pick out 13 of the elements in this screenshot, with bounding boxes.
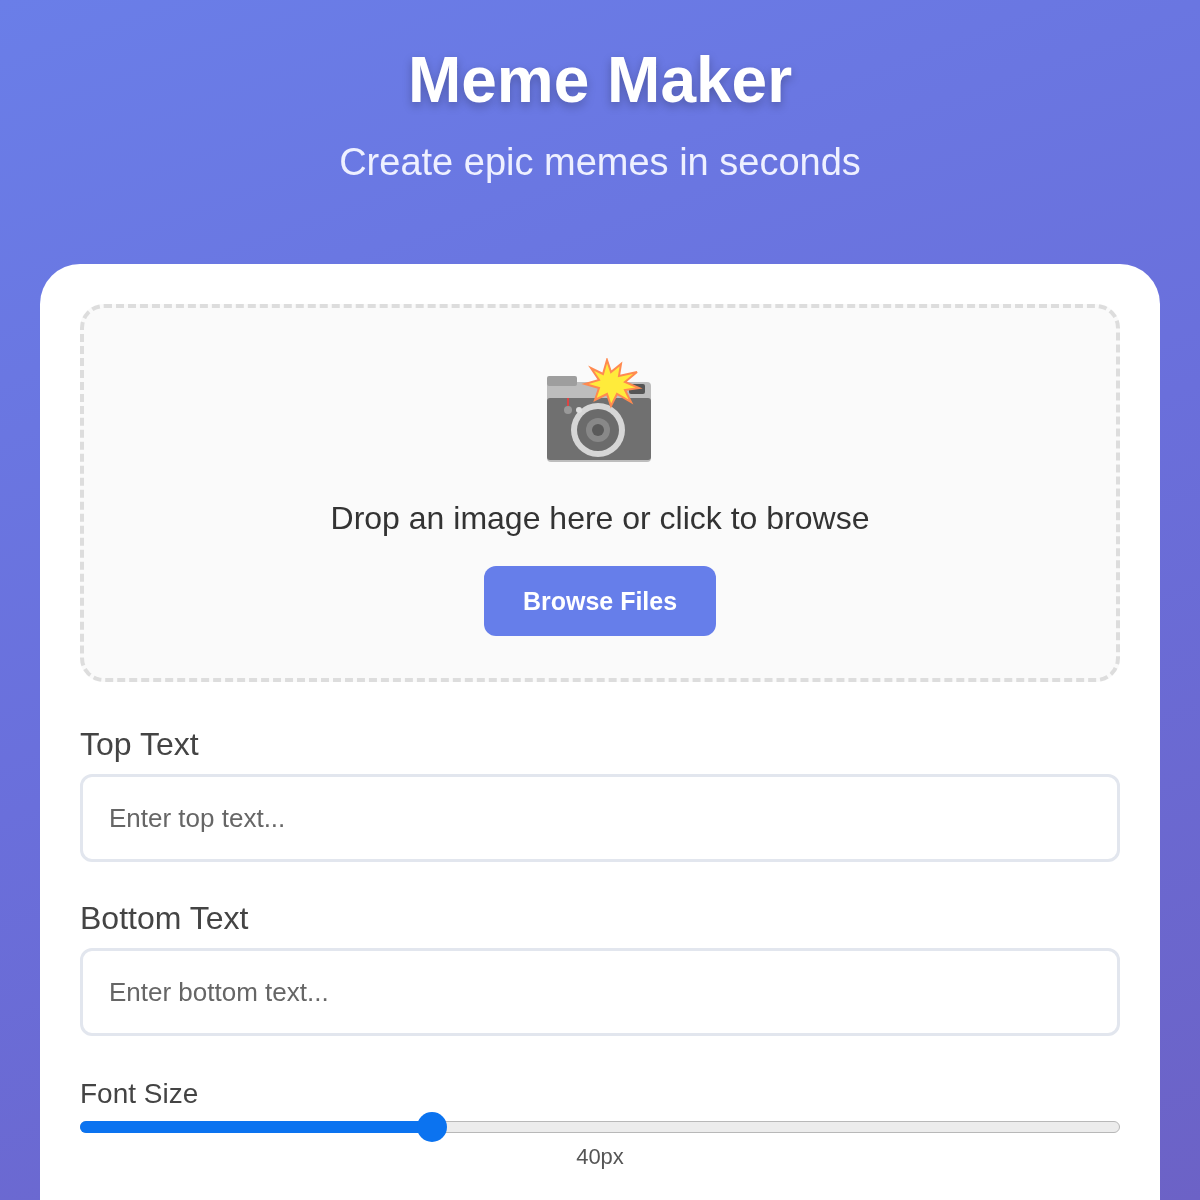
font-size-label: Font Size (80, 1077, 200, 1111)
font-size-value: 40px (576, 1144, 624, 1169)
slider-thumb[interactable] (416, 1112, 447, 1142)
text-input-field[interactable]: Enter bottom text... (80, 948, 1120, 1036)
drop-zone[interactable]: Drop an image here or click to browse Browse Files (80, 304, 1120, 682)
app-subtitle: Create epic memes in seconds (339, 140, 861, 185)
app-title: Meme Maker (407, 43, 793, 118)
font-size-slider[interactable] (80, 1112, 1120, 1142)
drop-prompt: Drop an image here or click to browse (330, 499, 870, 538)
field-label: Bottom Text (80, 899, 250, 938)
text-input-field[interactable]: Enter top text... (80, 774, 1120, 862)
field-label: Top Text (80, 725, 200, 764)
browse-files-button[interactable]: Browse Files (484, 566, 716, 636)
